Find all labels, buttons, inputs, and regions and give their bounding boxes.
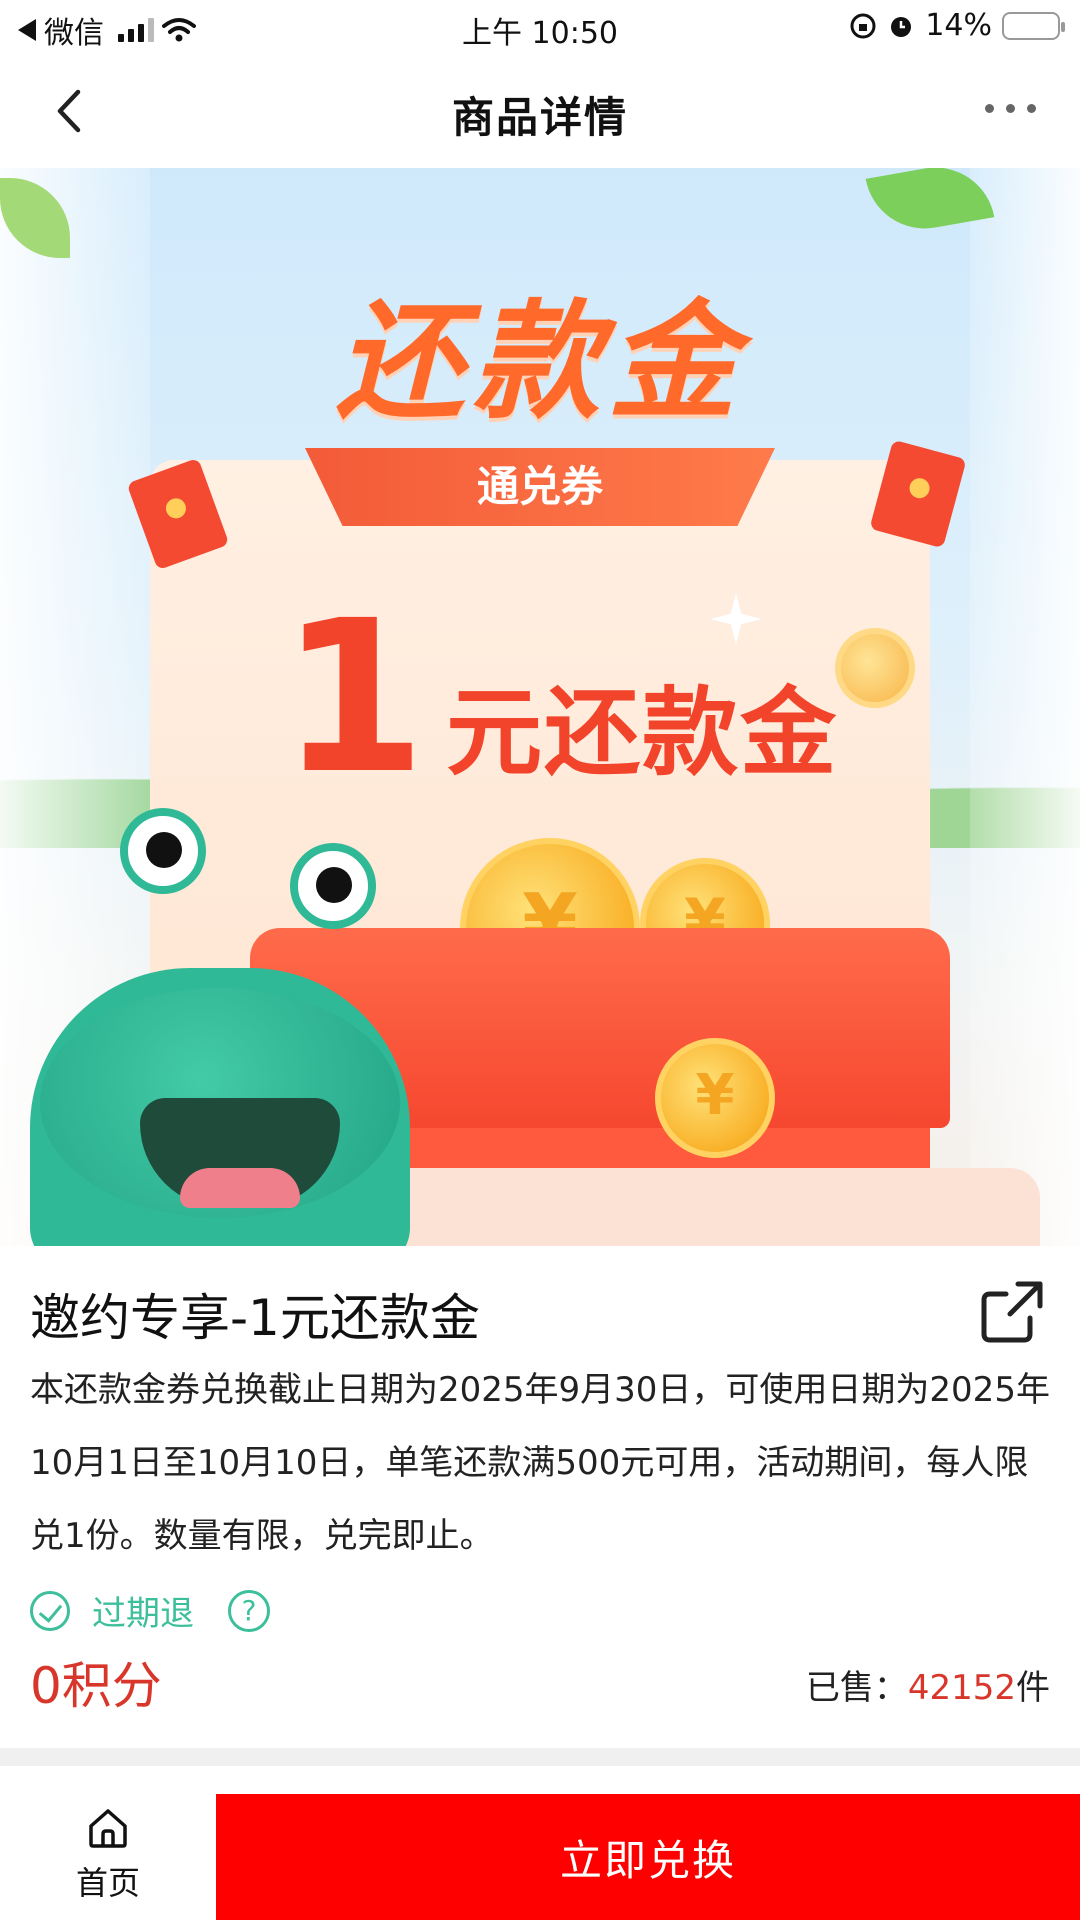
sold-unit: 件 <box>1016 1668 1050 1708</box>
sold-label: 已售： <box>805 1668 908 1708</box>
frog-tongue <box>180 1168 300 1208</box>
sold-number: 42152 <box>907 1668 1016 1708</box>
battery-icon <box>1002 11 1065 40</box>
page-title: 商品详情 <box>451 93 628 142</box>
coin-icon <box>835 628 915 708</box>
section-divider <box>0 1748 1080 1766</box>
alarm-icon <box>891 16 912 37</box>
product-info: 邀约专享-1元还款金 本还款金券兑换截止日期为2025年9月30日，可使用日期为… <box>0 1246 1080 1756</box>
home-label: 首页 <box>75 1864 140 1902</box>
more-options-icon[interactable] <box>985 104 1036 113</box>
frog-eye <box>290 843 376 929</box>
product-tags: 过期退 ? <box>30 1586 270 1635</box>
frog-eye <box>120 808 206 894</box>
banner-headline: 还款金 <box>335 288 744 437</box>
navigation-bar: 商品详情 <box>0 56 1080 168</box>
help-icon[interactable]: ? <box>228 1589 270 1632</box>
home-button[interactable]: 首页 <box>40 1806 176 1904</box>
refund-tag: 过期退 <box>92 1594 194 1634</box>
sold-count: 已售：42152件 <box>806 1660 1050 1709</box>
red-envelope-icon <box>869 439 967 549</box>
amount-number: 1 <box>280 575 427 820</box>
coin-icon: ¥ <box>655 1038 775 1158</box>
voucher-ribbon: 通兑券 <box>305 448 775 526</box>
rotation-lock-icon <box>850 13 876 38</box>
check-circle-icon <box>30 1590 70 1631</box>
status-bar: 微信 上午 10:50 14% <box>0 0 1080 56</box>
status-right: 14% <box>849 8 1065 43</box>
bottom-bar: 首页 立即兑换 <box>0 1766 1080 1920</box>
price: 0积分 <box>30 1657 162 1715</box>
share-icon[interactable] <box>978 1278 1046 1346</box>
exchange-now-button[interactable]: 立即兑换 <box>216 1794 1080 1920</box>
product-banner-image[interactable]: 还款金 通兑券 1 元还款金 ¥ ¥ ¥ <box>0 168 1080 1246</box>
product-description: 本还款金券兑换截止日期为2025年9月30日，可使用日期为2025年10月1日至… <box>30 1370 1050 1556</box>
battery-percent: 14% <box>925 8 992 43</box>
home-icon <box>89 1809 127 1848</box>
product-title: 邀约专享-1元还款金 <box>30 1289 480 1347</box>
amount-unit: 元还款金 <box>446 677 839 789</box>
voucher-amount: 1 元还款金 <box>280 575 839 820</box>
